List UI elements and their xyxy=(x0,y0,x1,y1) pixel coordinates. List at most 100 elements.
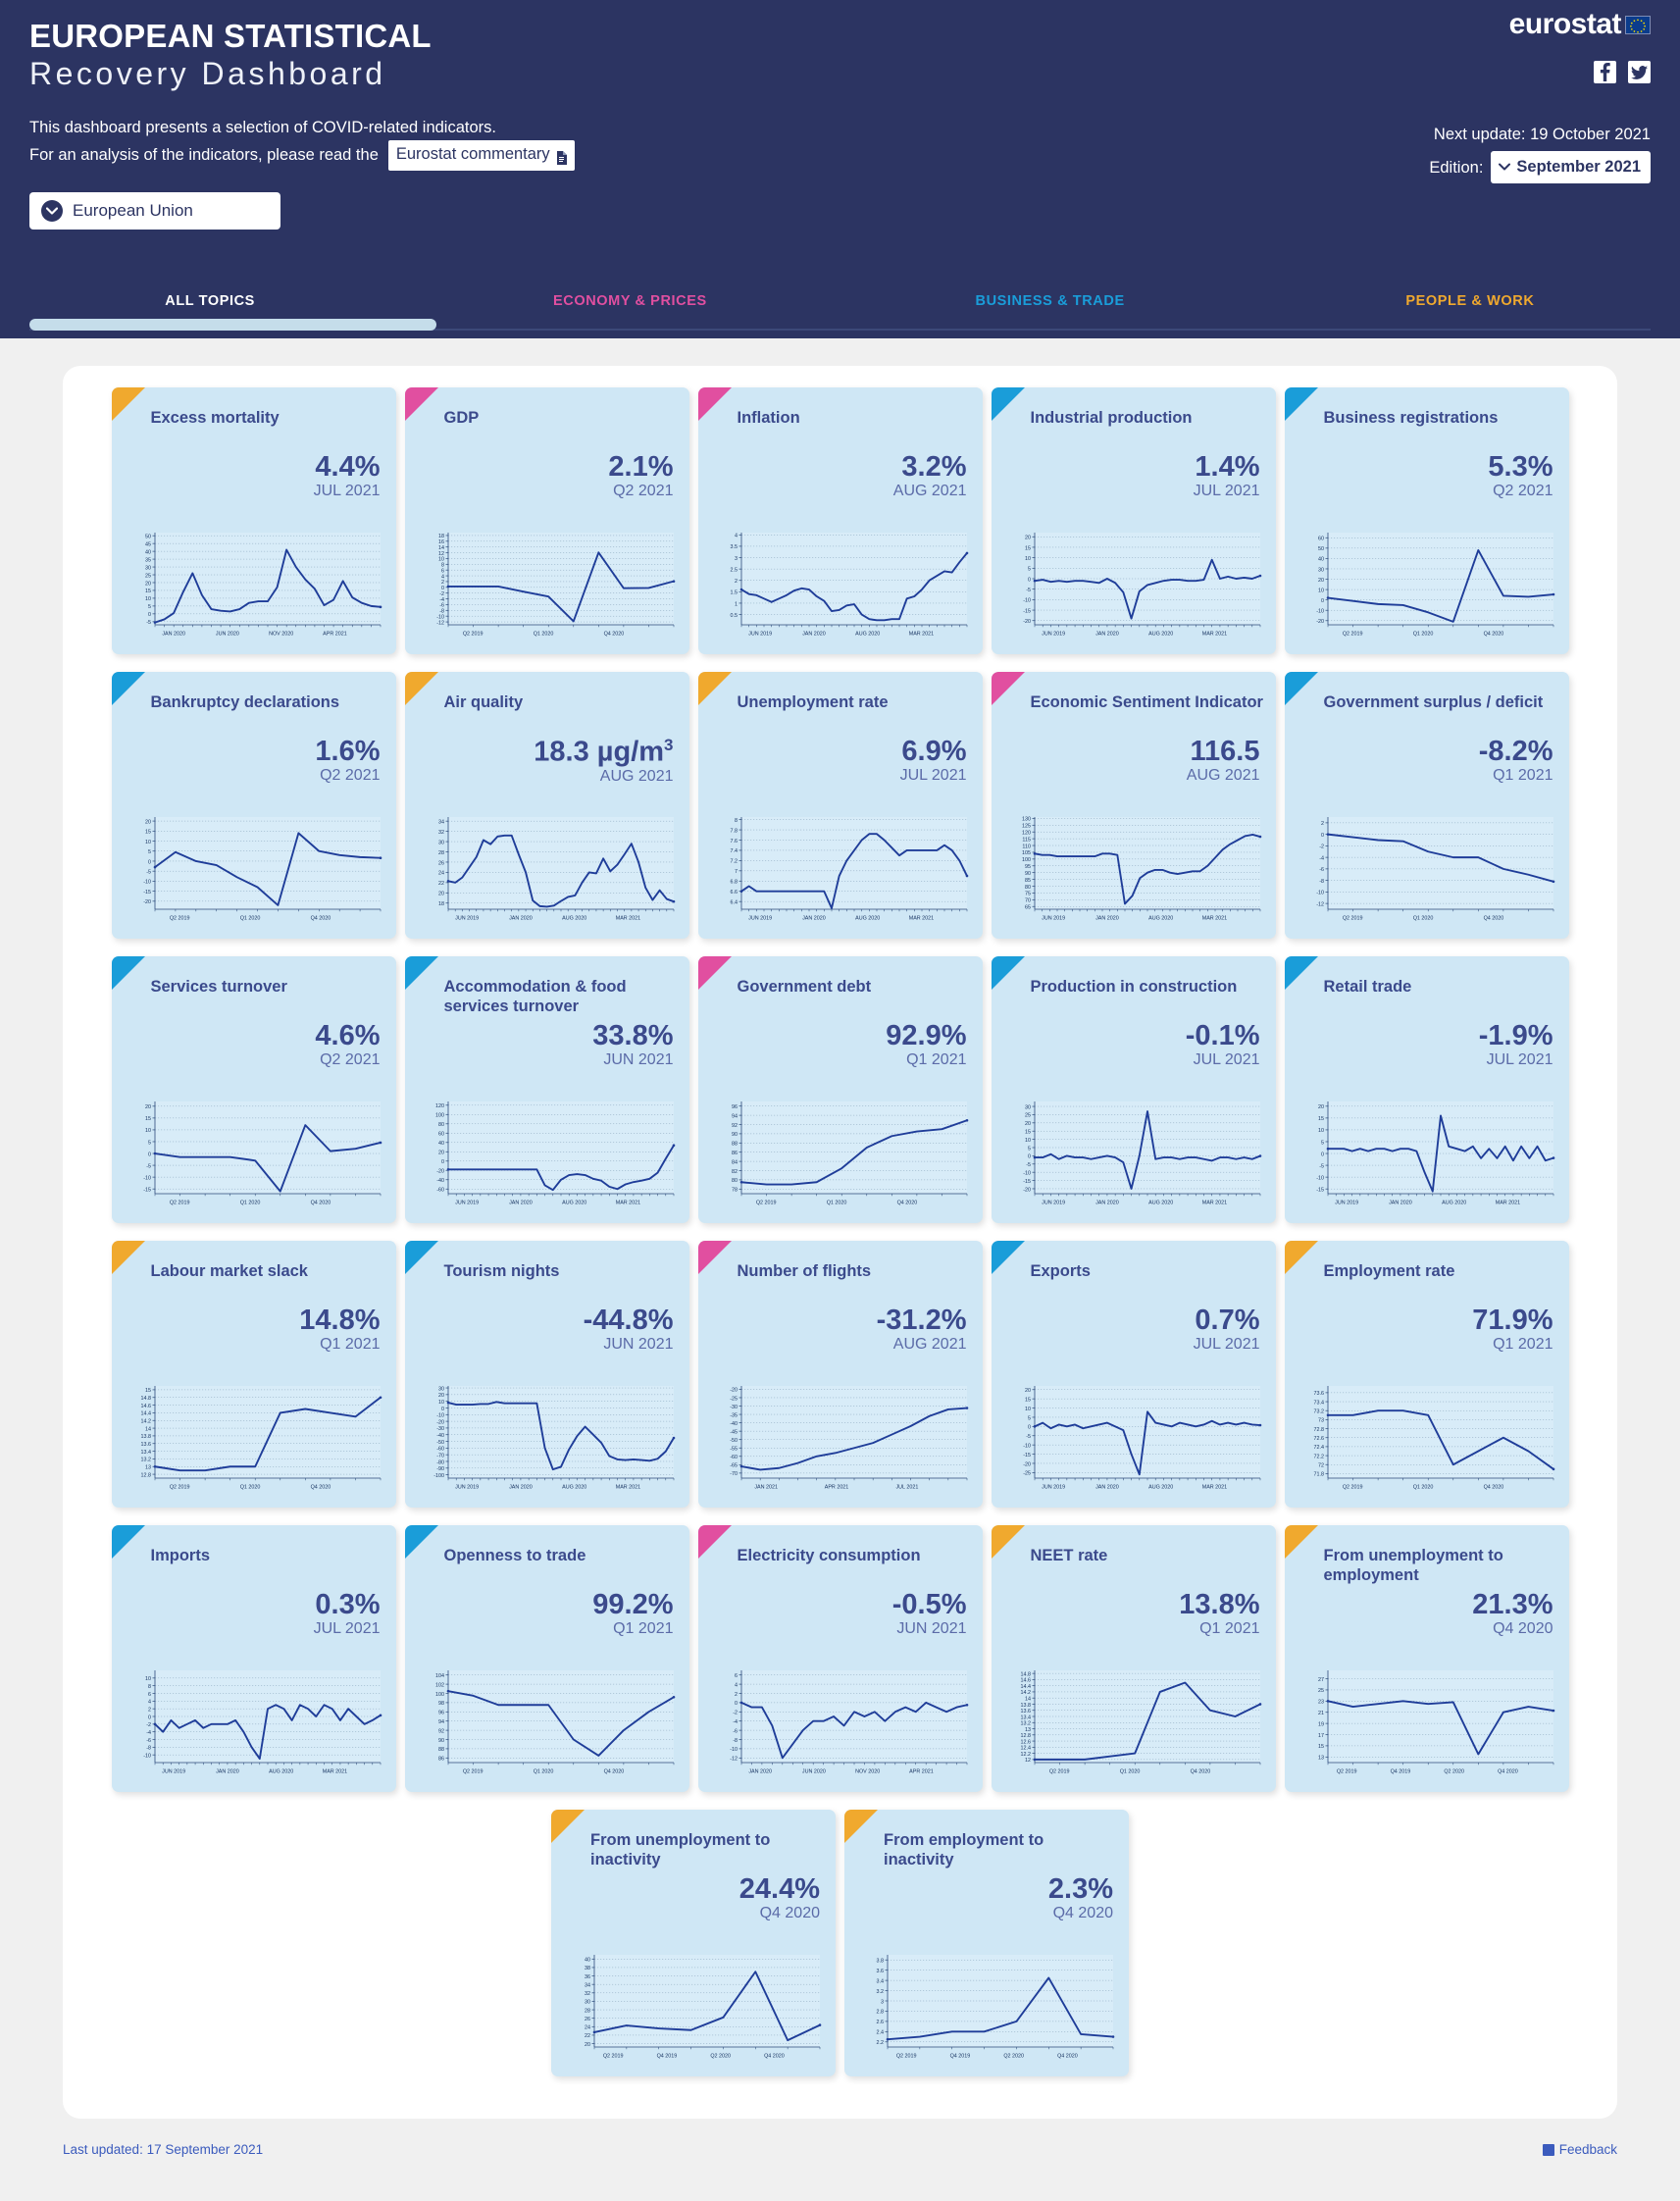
edition-selector[interactable]: September 2021 xyxy=(1491,151,1651,184)
page-title-sub: Recovery Dashboard xyxy=(29,55,386,91)
indicator-value-block: 0.7% JUL 2021 xyxy=(1194,1305,1260,1354)
indicator-card[interactable]: Exports 0.7% JUL 2021 -25 -20 -15 -10 -5 0 5 10 15 2… xyxy=(991,1241,1276,1508)
svg-text:0: 0 xyxy=(441,586,444,591)
indicator-card[interactable]: Air quality 18.3 µg/m3 AUG 2021 18 20 22 24 26 2… xyxy=(404,672,689,939)
indicator-value-block: 71.9% Q1 2021 xyxy=(1472,1305,1553,1354)
indicator-card[interactable]: Services turnover 4.6% Q2 2021 -15 -10 -5 0 5 10… xyxy=(111,956,396,1223)
indicator-card[interactable]: Government surplus / deficit -8.2% Q1 2021… xyxy=(1284,672,1569,939)
svg-text:Q2 2019: Q2 2019 xyxy=(1342,632,1362,638)
svg-text:AUG 2020: AUG 2020 xyxy=(1442,1201,1466,1206)
country-selector[interactable]: European Union xyxy=(29,191,280,230)
svg-text:Q2 2019: Q2 2019 xyxy=(603,2054,624,2060)
tab-business-trade[interactable]: BUSINESS & TRADE xyxy=(840,293,1260,309)
svg-text:-25: -25 xyxy=(1023,1471,1031,1477)
indicator-card[interactable]: Economic Sentiment Indicator 116.5 AUG 202… xyxy=(991,672,1276,939)
svg-text:JAN 2020: JAN 2020 xyxy=(802,632,826,638)
indicator-card[interactable]: Bankruptcy declarations 1.6% Q2 2021 -20 -15… xyxy=(111,672,396,939)
indicator-card[interactable]: Labour market slack 14.8% Q1 2021 12.8 13 13.… xyxy=(111,1241,396,1508)
scrollbar-thumb[interactable] xyxy=(29,319,436,331)
svg-text:24: 24 xyxy=(438,871,444,877)
indicator-sparkline-chart: -10 -8 -6 -4 -2 0 2 4 6 8 10 JUN 2019 JAN 2020 AUG 20… xyxy=(126,1664,386,1780)
indicator-title: Imports xyxy=(150,1547,211,1564)
topic-corner-marker xyxy=(111,956,145,990)
topic-corner-marker xyxy=(111,1241,145,1274)
indicator-card[interactable]: Inflation 3.2% AUG 2021 0.5 1 1.5 2 2.5 3 3.5 4 JUN… xyxy=(697,387,983,654)
indicator-card[interactable]: Excess mortality 4.4% JUL 2021 -5 0 5 10 15 20 25… xyxy=(111,387,396,654)
indicator-card[interactable]: Openness to trade 99.2% Q1 2021 86 88 90 92 94 9… xyxy=(404,1525,689,1792)
topic-corner-marker xyxy=(1284,672,1318,705)
svg-text:JAN 2020: JAN 2020 xyxy=(216,1769,239,1775)
svg-text:20: 20 xyxy=(145,1104,151,1110)
eu-flag-icon xyxy=(1625,15,1651,34)
tab-people-work[interactable]: PEOPLE & WORK xyxy=(1260,293,1680,309)
svg-text:-10: -10 xyxy=(1316,1175,1324,1181)
svg-text:-40: -40 xyxy=(436,1433,444,1439)
svg-text:6: 6 xyxy=(148,1692,151,1698)
chevron-down-icon xyxy=(1499,163,1511,171)
indicator-sparkline-chart: -15 -10 -5 0 5 10 15 20 Q2 2019 Q1 2020 Q4 2020 xyxy=(126,1096,386,1211)
indicator-card[interactable]: Imports 0.3% JUL 2021 -10 -8 -6 -4 -2 0 2 4 6 8 10 JUN… xyxy=(111,1525,396,1792)
svg-text:-100: -100 xyxy=(433,1473,444,1479)
indicator-card[interactable]: NEET rate 13.8% Q1 2021 12 12.2 12.4 12.6 12.8 1… xyxy=(991,1525,1276,1792)
svg-text:0: 0 xyxy=(441,1159,444,1165)
tab-label: ECONOMY & PRICES xyxy=(552,293,707,309)
svg-text:Q4 2020: Q4 2020 xyxy=(764,2054,785,2060)
indicator-value-block: -44.8% JUN 2021 xyxy=(584,1305,674,1354)
tab-label: BUSINESS & TRADE xyxy=(975,293,1125,309)
svg-text:-15: -15 xyxy=(1023,1179,1031,1185)
twitter-icon[interactable] xyxy=(1628,61,1651,83)
svg-text:1: 1 xyxy=(735,601,738,607)
indicator-sparkline-chart: -12 -10 -8 -6 -4 -2 0 2 4 6 8 10 12 14 16 18 Q2 2019 Q1 2… xyxy=(419,527,680,642)
tab-economy-prices[interactable]: ECONOMY & PRICES xyxy=(420,293,840,309)
indicator-title: Unemployment rate xyxy=(737,693,889,711)
svg-text:8: 8 xyxy=(735,818,738,824)
svg-text:15: 15 xyxy=(145,1116,151,1122)
svg-text:38: 38 xyxy=(585,1966,590,1971)
svg-text:AUG 2020: AUG 2020 xyxy=(269,1769,293,1775)
svg-text:Q2 2019: Q2 2019 xyxy=(755,1201,776,1206)
eurostat-commentary-button[interactable]: Eurostat commentary xyxy=(387,140,575,171)
indicator-card[interactable]: From employment to inactivity 2.3% Q4 2020… xyxy=(844,1810,1129,2076)
edition-row: Edition: September 2021 xyxy=(1429,151,1651,184)
indicator-card[interactable]: Industrial production 1.4% JUL 2021 -20 -15-… xyxy=(991,387,1276,654)
svg-text:0: 0 xyxy=(735,1701,738,1707)
indicator-card[interactable]: Accommodation & food services turnover 33… xyxy=(404,956,689,1223)
indicator-card[interactable]: Tourism nights -44.8% JUN 2021 -100 -90 -80 -7… xyxy=(404,1241,689,1508)
indicator-card[interactable]: Employment rate 71.9% Q1 2021 71.8 72 72.2 72.… xyxy=(1284,1241,1569,1508)
horizontal-scrollbar[interactable] xyxy=(29,319,1651,331)
svg-text:-10: -10 xyxy=(436,1413,444,1419)
indicator-card[interactable]: Unemployment rate 6.9% JUL 2021 6.4 6.6 6.8 7 7… xyxy=(697,672,983,939)
svg-text:26: 26 xyxy=(438,860,444,866)
svg-text:MAR 2021: MAR 2021 xyxy=(1201,632,1226,638)
intro-line-1: This dashboard presents a selection of C… xyxy=(29,116,1651,141)
indicator-card[interactable]: Electricity consumption -0.5% JUN 2021 -12-… xyxy=(697,1525,983,1792)
facebook-icon[interactable] xyxy=(1594,61,1616,83)
indicator-card[interactable]: Number of flights -31.2% AUG 2021 -70 -65 -60… xyxy=(697,1241,983,1508)
tab-all-topics[interactable]: ALL TOPICS xyxy=(0,293,420,309)
svg-text:-45: -45 xyxy=(730,1429,738,1435)
indicator-sparkline-chart: -12 -10 -8 -6 -4 -2 0 2 Q2 2019 Q1 2020 Q4 2020 xyxy=(1298,811,1559,927)
svg-text:0: 0 xyxy=(148,1152,151,1157)
indicator-card[interactable]: From unemployment to employment 21.3% Q4 2… xyxy=(1284,1525,1569,1792)
indicator-value: 21.3% xyxy=(1472,1589,1553,1620)
svg-text:25: 25 xyxy=(1318,1688,1324,1694)
svg-text:-90: -90 xyxy=(436,1466,444,1472)
indicator-sparkline-chart: 0.5 1 1.5 2 2.5 3 3.5 4 JUN 2019 JAN 2020 AUG 2020… xyxy=(712,527,973,642)
feedback-link[interactable]: Feedback xyxy=(1542,2142,1617,2157)
svg-text:20: 20 xyxy=(1318,578,1324,584)
indicator-sparkline-chart: -100 -90 -80 -70 -60 -50 -40 -30 -20 -10 0 10 20 30 JU… xyxy=(419,1380,680,1496)
indicator-card[interactable]: Business registrations 5.3% Q2 2021 -20 -10 0… xyxy=(1284,387,1569,654)
svg-text:125: 125 xyxy=(1022,824,1031,830)
indicator-card[interactable]: Retail trade -1.9% JUL 2021 -15 -10 -5 0 5 10 15 2… xyxy=(1284,956,1569,1223)
indicator-card[interactable]: GDP 2.1% Q2 2021 -12 -10 -8 -6 -4 -2 0 2 4 6 8 10 12 14 1… xyxy=(404,387,689,654)
svg-text:-10: -10 xyxy=(1023,598,1031,604)
indicator-value: -0.1% xyxy=(1185,1020,1260,1051)
topic-corner-marker xyxy=(697,956,732,990)
indicator-card[interactable]: From unemployment to inactivity 24.4% Q4 2… xyxy=(551,1810,836,2076)
indicator-card[interactable]: Production in construction -0.1% JUL 2021-… xyxy=(991,956,1276,1223)
svg-text:AUG 2020: AUG 2020 xyxy=(562,916,586,922)
topic-corner-marker xyxy=(404,387,438,421)
svg-text:110: 110 xyxy=(1022,844,1031,849)
svg-text:14: 14 xyxy=(438,545,444,551)
indicator-card[interactable]: Government debt 92.9% Q1 2021 78 80 82 84 86 88 9… xyxy=(697,956,983,1223)
